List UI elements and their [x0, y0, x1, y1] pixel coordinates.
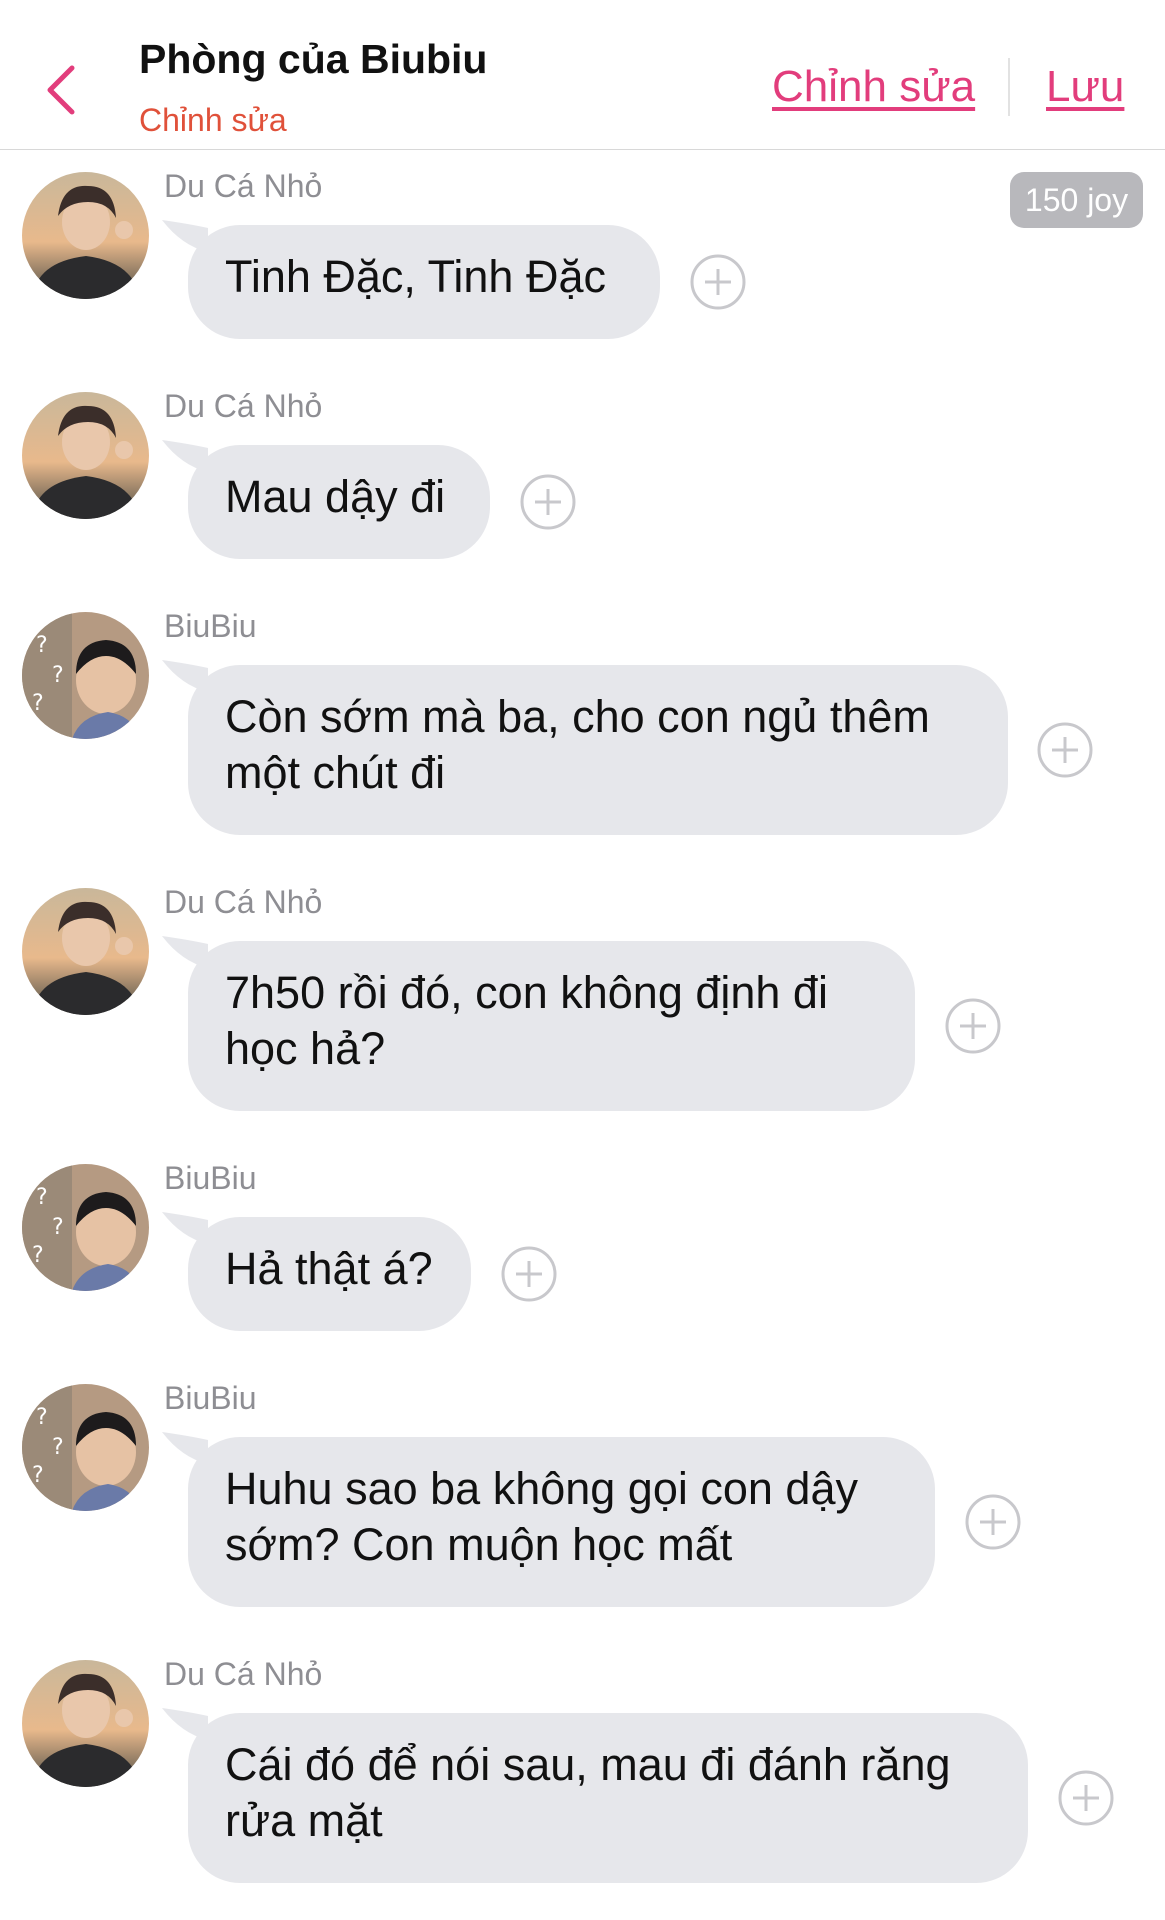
page-subtitle: Chỉnh sửa: [139, 102, 287, 138]
avatar-du-ca-nho[interactable]: [22, 888, 149, 1015]
sender-name: Du Cá Nhỏ: [164, 388, 323, 424]
add-reaction-icon[interactable]: [689, 253, 747, 311]
message-bubble: Huhu sao ba không gọi con dậy sớm? Con m…: [188, 1437, 935, 1607]
add-reaction-icon[interactable]: [1036, 721, 1094, 779]
sender-name: Du Cá Nhỏ: [164, 884, 323, 920]
svg-text:?: ?: [52, 663, 64, 688]
message-bubble: Hả thật á?: [188, 1217, 471, 1331]
svg-text:?: ?: [52, 1435, 64, 1460]
add-reaction-icon[interactable]: [964, 1493, 1022, 1551]
add-reaction-icon[interactable]: [944, 997, 1002, 1055]
svg-text:?: ?: [36, 1185, 48, 1210]
message-bubble: Cái đó để nói sau, mau đi đánh răng rửa …: [188, 1713, 1028, 1883]
message-bubble: Tinh Đặc, Tinh Đặc: [188, 225, 660, 339]
joy-badge: 150 joy: [1010, 172, 1143, 228]
avatar-du-ca-nho[interactable]: [22, 1660, 149, 1787]
header-bar: Phòng của Biubiu Chỉnh sửa Chỉnh sửa Lưu: [0, 0, 1165, 150]
add-reaction-icon[interactable]: [519, 473, 577, 531]
svg-text:?: ?: [36, 1405, 48, 1430]
svg-text:?: ?: [32, 1243, 44, 1268]
sender-name: BiuBiu: [164, 1380, 257, 1416]
avatar-du-ca-nho[interactable]: [22, 392, 149, 519]
save-button[interactable]: Lưu: [1046, 62, 1124, 112]
header-divider: [1008, 58, 1010, 116]
add-reaction-icon[interactable]: [500, 1245, 558, 1303]
sender-name: BiuBiu: [164, 608, 257, 644]
message-bubble: Còn sớm mà ba, cho con ngủ thêm một chút…: [188, 665, 1008, 835]
svg-text:?: ?: [36, 633, 48, 658]
sender-name: Du Cá Nhỏ: [164, 1656, 323, 1692]
edit-button[interactable]: Chỉnh sửa: [772, 62, 975, 112]
svg-text:?: ?: [32, 691, 44, 716]
page-title: Phòng của Biubiu: [139, 36, 488, 82]
avatar-biubiu[interactable]: ???: [22, 612, 149, 739]
sender-name: BiuBiu: [164, 1160, 257, 1196]
svg-text:?: ?: [52, 1215, 64, 1240]
message-bubble: Mau dậy đi: [188, 445, 490, 559]
avatar-biubiu[interactable]: ???: [22, 1164, 149, 1291]
add-reaction-icon[interactable]: [1057, 1769, 1115, 1827]
avatar-du-ca-nho[interactable]: [22, 172, 149, 299]
sender-name: Du Cá Nhỏ: [164, 168, 323, 204]
avatar-biubiu[interactable]: ???: [22, 1384, 149, 1511]
svg-text:?: ?: [32, 1463, 44, 1488]
back-chevron-icon[interactable]: [42, 60, 82, 120]
message-bubble: 7h50 rồi đó, con không định đi học hả?: [188, 941, 915, 1111]
